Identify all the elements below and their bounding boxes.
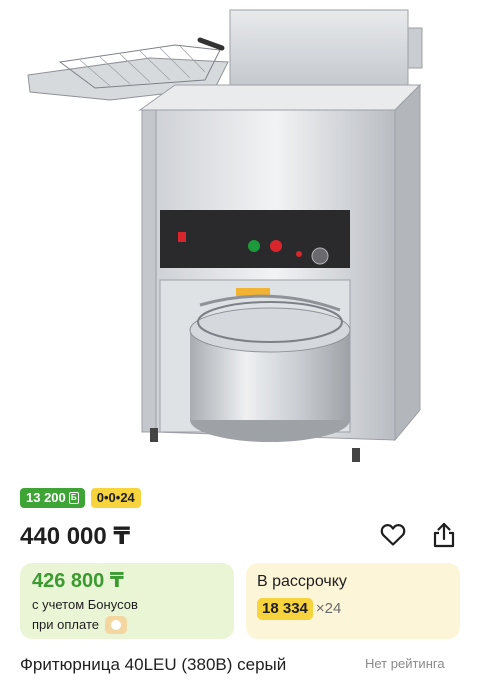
bonus-price-card[interactable]: 426 800 ₸ с учетом Бонусов при оплате bbox=[20, 563, 234, 639]
badges-row: 13 200 Б 0•0•24 bbox=[20, 488, 141, 508]
installment-title: В рассрочку bbox=[257, 573, 347, 590]
product-title: Фритюрница 40LEU (380В) серый bbox=[20, 655, 287, 674]
bonus-note-line2: при оплате bbox=[32, 615, 222, 635]
product-image[interactable] bbox=[0, 0, 480, 478]
rating-status[interactable]: Нет рейтинга bbox=[365, 656, 445, 671]
share-button[interactable] bbox=[429, 520, 459, 550]
favorite-button[interactable] bbox=[378, 520, 408, 550]
installment-amount: 18 334 bbox=[257, 598, 313, 620]
installment-card[interactable]: В рассрочку 18 334 ×24 bbox=[246, 563, 460, 639]
installment-row: 18 334 ×24 bbox=[257, 598, 449, 620]
bonus-badge: 13 200 Б bbox=[20, 488, 85, 508]
bonus-note-line1: с учетом Бонусов bbox=[32, 597, 138, 612]
bonus-note-line2-text: при оплате bbox=[32, 617, 99, 632]
installment-badge: 0•0•24 bbox=[90, 488, 141, 508]
product-price: 440 000 ₸ bbox=[20, 523, 131, 550]
heart-icon bbox=[380, 524, 406, 546]
bonus-badge-value: 13 200 bbox=[26, 490, 66, 505]
bonus-coin-icon: Б bbox=[68, 492, 79, 504]
share-icon bbox=[433, 522, 455, 548]
fryer-illustration bbox=[27, 9, 423, 462]
bonus-price: 426 800 ₸ bbox=[32, 570, 124, 592]
installment-months: ×24 bbox=[315, 600, 342, 617]
payment-coin-icon bbox=[104, 616, 127, 634]
